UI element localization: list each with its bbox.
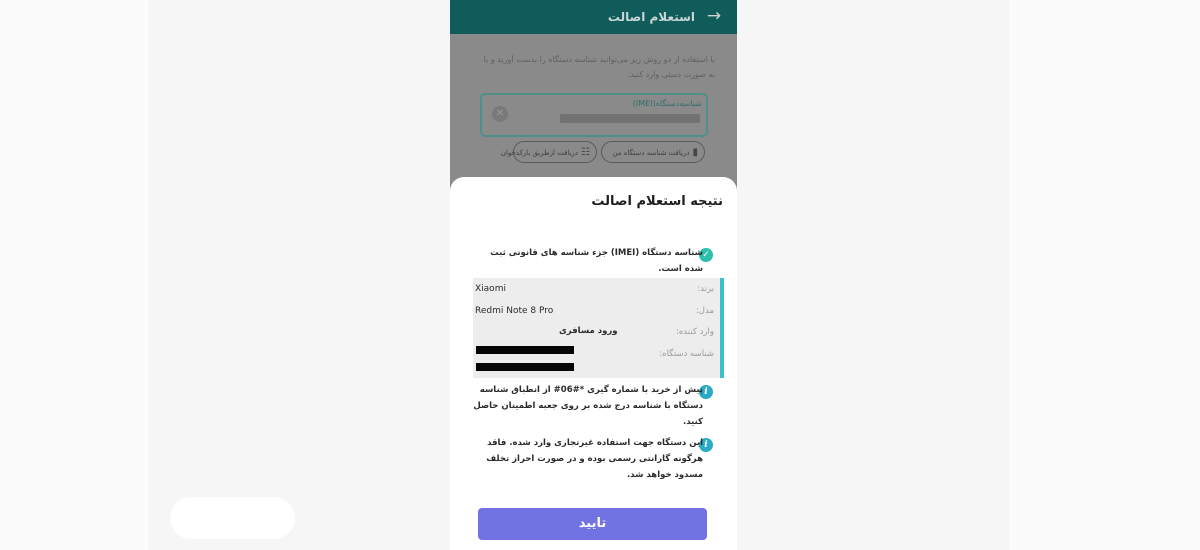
importer-value: ورود مسافری — [559, 326, 618, 336]
barcode-icon: ☷ — [581, 147, 590, 158]
get-my-id-button[interactable]: ▮دریافت شناسه دستگاه من — [601, 141, 705, 163]
model-label: مدل: — [695, 306, 714, 316]
app-bar: → استعلام اصالت — [450, 0, 737, 34]
redacted-imei-1 — [476, 346, 574, 354]
sheet-title: نتیجه استعلام اصالت — [591, 194, 723, 209]
brand-label: برند: — [697, 284, 714, 294]
tip-message: پیش از خرید با شماره گیری *#06# از انطبا… — [473, 385, 703, 427]
phone-screen: → استعلام اصالت با استفاده از دو روش زیر… — [450, 0, 737, 550]
arrow-right-icon[interactable]: → — [705, 5, 723, 27]
page-description: با استفاده از دو روش زیر می‌توانید شناسه… — [483, 55, 715, 79]
device-id-label: شناسه دستگاه: — [659, 349, 714, 359]
status-message: شناسه دستگاه (IMEI) جزء شناسه های قانونی… — [490, 248, 703, 274]
imei-input[interactable]: شناسه‌دستگاه(IMEI) ✕ — [480, 93, 708, 137]
barcode-scan-button[interactable]: ☷دریافت ازطریق بارکدخوان — [501, 141, 597, 163]
device-info-card: برند: Xiaomi مدل: Redmi Note 8 Pro وارد … — [473, 278, 724, 378]
warning-message: این دستگاه جهت استفاده غیرتجاری وارد شده… — [486, 438, 703, 480]
get-my-id-label: دریافت شناسه دستگاه من — [612, 149, 690, 157]
model-value: Redmi Note 8 Pro — [475, 306, 554, 316]
left-panel — [148, 0, 450, 550]
page-title: استعلام اصالت — [607, 10, 695, 24]
clear-icon[interactable]: ✕ — [492, 106, 508, 122]
result-sheet: نتیجه استعلام اصالت ✓ شناسه دستگاه (IMEI… — [450, 177, 737, 550]
imei-input-value-blurred — [560, 114, 700, 123]
sim-card-icon: ▮ — [692, 147, 698, 158]
importer-label: وارد کننده: — [675, 327, 714, 337]
barcode-scan-label: دریافت ازطریق بارکدخوان — [500, 149, 579, 157]
brand-value: Xiaomi — [475, 284, 506, 294]
right-panel — [737, 0, 1009, 550]
redacted-imei-2 — [476, 363, 574, 371]
confirm-button[interactable]: تایید — [478, 508, 707, 540]
imei-input-label: شناسه‌دستگاه(IMEI) — [632, 99, 702, 108]
faded-pill — [170, 497, 295, 539]
